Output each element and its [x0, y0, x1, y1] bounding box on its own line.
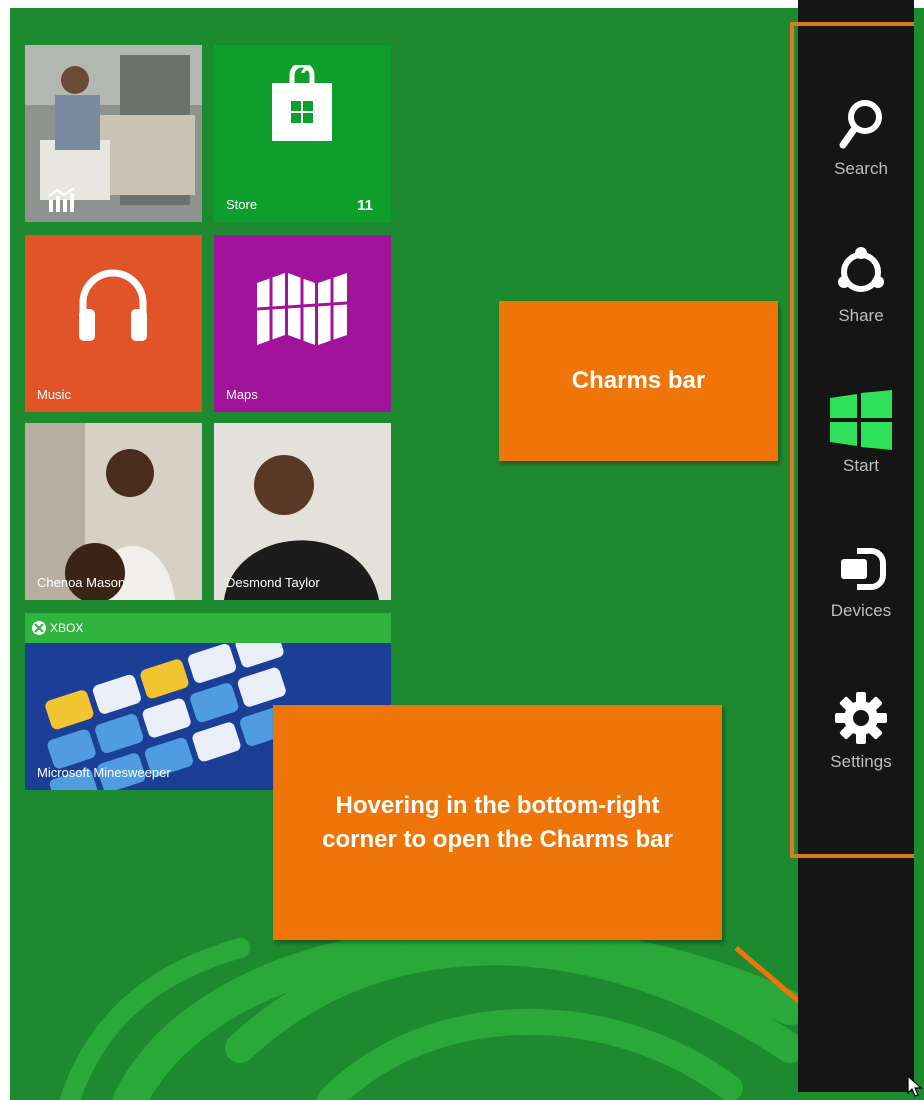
- charms-bar-callout: Charms bar: [499, 301, 778, 461]
- hover-hint-callout-text: Hovering in the bottom-right corner to o…: [322, 791, 673, 853]
- search-icon: [839, 100, 882, 149]
- charm-start-label: Start: [843, 456, 879, 475]
- mouse-cursor-icon: [907, 1075, 923, 1097]
- charm-search[interactable]: Search: [798, 97, 924, 179]
- charm-devices-label: Devices: [830, 601, 892, 620]
- charm-settings[interactable]: Settings: [798, 690, 924, 772]
- charm-devices[interactable]: Devices: [798, 543, 924, 621]
- devices-icon: [841, 548, 886, 590]
- charm-share-label: Share: [838, 306, 884, 325]
- charm-start[interactable]: Start: [798, 390, 924, 476]
- charm-share[interactable]: Share: [798, 244, 924, 326]
- charms-bar-callout-text: Charms bar: [571, 367, 706, 394]
- charm-settings-label: Settings: [830, 752, 892, 771]
- share-icon: [838, 247, 884, 292]
- hover-hint-callout: Hovering in the bottom-right corner to o…: [273, 705, 722, 940]
- charm-search-label: Search: [834, 159, 888, 178]
- gear-icon: [835, 692, 887, 744]
- windows-logo-icon: [830, 390, 892, 450]
